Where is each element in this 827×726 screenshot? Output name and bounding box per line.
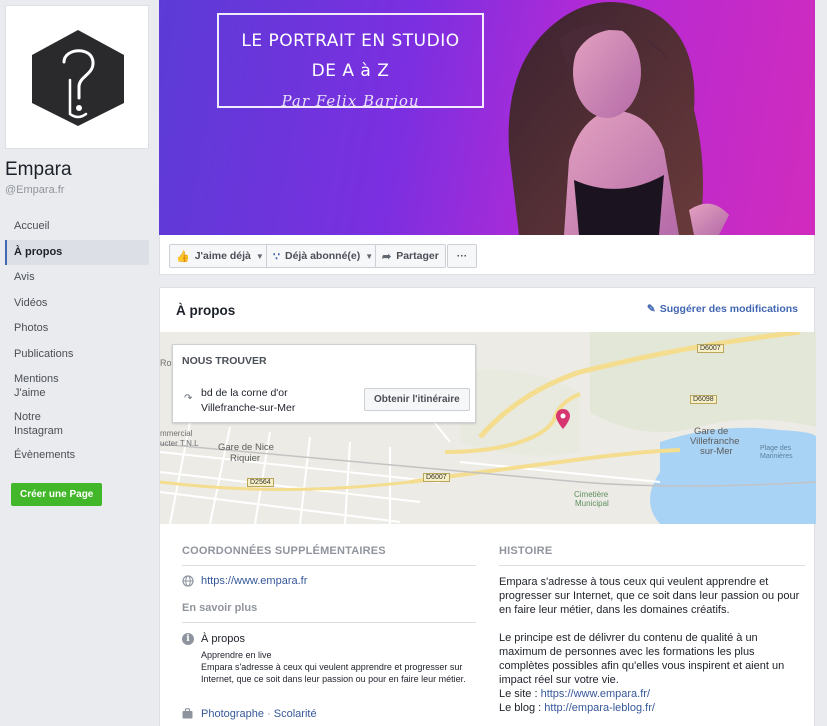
category-scolarite-link[interactable]: Scolarité: [274, 708, 317, 720]
like-button-label: J'aime déjà: [194, 250, 251, 262]
page-nav: Accueil À propos Avis Vidéos Photos Publ…: [5, 214, 149, 469]
history-blog-line: Le blog : http://empara-leblog.fr/: [499, 701, 805, 715]
nav-item-photos[interactable]: Photos: [5, 316, 149, 342]
map-label: Municipal: [575, 499, 609, 508]
nav-item-a-propos[interactable]: À propos: [5, 239, 149, 265]
info-icon: i: [182, 633, 194, 645]
cover-model-photo: [508, 2, 729, 235]
empara-logo-icon: [32, 30, 124, 126]
learn-more-header: En savoir plus: [182, 602, 258, 614]
history-paragraph-2: Le principe est de délivrer du contenu d…: [499, 632, 785, 686]
map-label: ucter T.N.L: [160, 439, 199, 448]
contacts-header: COORDONNÉES SUPPLÉMENTAIRES: [182, 545, 386, 557]
category-line: Photographe · Scolarité: [201, 708, 317, 720]
find-us-title: NOUS TROUVER: [182, 355, 267, 367]
share-button-label: Partager: [396, 250, 439, 262]
road-badge: D6007: [697, 344, 724, 353]
page-handle: @Empara.fr: [5, 184, 65, 196]
about-info-title: À propos: [201, 633, 246, 645]
create-page-button[interactable]: Créer une Page: [11, 483, 103, 506]
nav-item-mentions-jaime[interactable]: Mentions J'aime: [5, 367, 85, 405]
history-site-label: Le site :: [499, 688, 541, 700]
nav-item-notre-instagram[interactable]: Notre Instagram: [5, 405, 85, 443]
road-badge: D6098: [690, 395, 717, 404]
suggest-edits-link[interactable]: ✎ Suggérer des modifications: [647, 303, 798, 315]
globe-icon: [182, 575, 194, 587]
chevron-down-icon: ▼: [365, 251, 374, 261]
history-header: HISTOIRE: [499, 545, 553, 557]
history-paragraph-1: Empara s'adresse à tous ceux qui veulent…: [499, 576, 800, 616]
map-label: Gare de Nice: [218, 442, 274, 453]
nav-item-evenements[interactable]: Évènements: [5, 443, 149, 469]
rss-icon: ∵: [273, 250, 280, 263]
share-arrow-icon: ➦: [382, 250, 392, 263]
page-action-bar: 👍 J'aime déjà ▼ ∵ Déjà abonné(e) ▼ ➦ Par…: [159, 235, 815, 275]
about-info-subtitle: Apprendre en live: [201, 650, 272, 660]
like-button[interactable]: 👍 J'aime déjà ▼: [169, 244, 271, 268]
pencil-icon: ✎: [646, 303, 656, 315]
category-photographe-link[interactable]: Photographe: [201, 708, 264, 720]
address-line1: bd de la corne d'or: [201, 387, 288, 399]
location-map[interactable]: Ro mmercial ucter T.N.L Gare de Nice Riq…: [160, 332, 816, 524]
briefcase-icon: [182, 708, 193, 719]
cover-photo[interactable]: LE PORTRAIT EN STUDIO DE A à Z Par Felix…: [159, 0, 815, 235]
share-button[interactable]: ➦ Partager: [375, 244, 446, 268]
more-options-button[interactable]: ···: [447, 244, 477, 268]
cover-subtitle: Par Felix Barjou: [281, 92, 420, 110]
about-card: À propos ✎ Suggérer des modifications Ro…: [159, 287, 816, 726]
profile-picture[interactable]: [5, 5, 149, 149]
thumbs-up-icon: 👍: [176, 250, 190, 263]
follow-button-label: Déjà abonné(e): [285, 250, 361, 262]
page-name[interactable]: Empara: [5, 159, 72, 181]
nav-item-publications[interactable]: Publications: [5, 342, 149, 368]
website-link[interactable]: https://www.empara.fr: [201, 575, 307, 587]
category-separator: ·: [264, 708, 274, 720]
map-label: Riquier: [230, 453, 261, 464]
divider: [182, 622, 476, 623]
cover-title-line1: LE PORTRAIT EN STUDIO: [241, 31, 460, 51]
history-site-link[interactable]: https://www.empara.fr/: [541, 688, 650, 700]
suggest-edits-label: Suggérer des modifications: [659, 303, 798, 315]
get-directions-button[interactable]: Obtenir l'itinéraire: [364, 388, 470, 411]
history-blog-link[interactable]: http://empara-leblog.fr/: [544, 702, 655, 714]
cover-title-line2: DE A à Z: [311, 61, 390, 81]
divider: [182, 565, 476, 566]
map-label: Cimetière: [574, 490, 609, 499]
map-label: mmercial: [160, 429, 193, 438]
road-badge: D2564: [247, 478, 274, 487]
nav-item-videos[interactable]: Vidéos: [5, 291, 149, 317]
map-label: Ro: [160, 358, 172, 368]
left-column: Empara @Empara.fr Accueil À propos Avis …: [0, 0, 158, 726]
nav-item-accueil[interactable]: Accueil: [5, 214, 149, 240]
chevron-down-icon: ▼: [255, 251, 264, 261]
about-info-description: Empara s'adresse à ceux qui veulent appr…: [201, 662, 466, 684]
map-label: Plage des: [760, 445, 792, 452]
nav-item-avis[interactable]: Avis: [5, 265, 149, 291]
follow-button[interactable]: ∵ Déjà abonné(e) ▼: [266, 244, 381, 268]
address-line2: Villefranche-sur-Mer: [201, 402, 296, 414]
road-badge: D6007: [423, 473, 450, 482]
map-label: Marinières: [760, 453, 793, 460]
about-title: À propos: [176, 303, 236, 318]
directions-arrow-icon: ↷: [184, 393, 193, 404]
map-label: sur-Mer: [700, 446, 733, 457]
divider: [499, 565, 805, 566]
map-pin-icon: [556, 409, 570, 429]
find-us-card: NOUS TROUVER ↷ bd de la corne d'or Ville…: [172, 344, 476, 423]
history-site-line: Le site : https://www.empara.fr/: [499, 687, 805, 701]
history-blog-label: Le blog :: [499, 702, 545, 714]
